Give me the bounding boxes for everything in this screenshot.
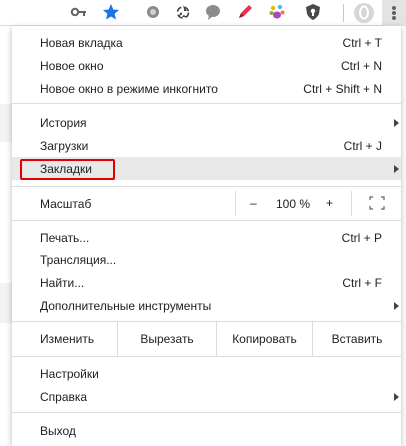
menu-item-incognito[interactable]: Новое окно в режиме инкогнито Ctrl + Shi… (12, 77, 401, 100)
submenu-arrow-icon (394, 302, 399, 310)
key-icon[interactable] (69, 3, 87, 21)
print-label: Печать... (40, 231, 90, 245)
menu-edit-row: Изменить Вырезать Копировать Вставить (12, 321, 401, 357)
edit-label: Изменить (40, 332, 95, 346)
submenu-arrow-icon (394, 393, 399, 401)
find-label: Найти... (40, 276, 85, 290)
paste-button[interactable]: Вставить (312, 322, 401, 356)
menu-item-downloads[interactable]: Загрузки Ctrl + J (12, 134, 401, 157)
incognito-shortcut: Ctrl + Shift + N (303, 82, 382, 96)
menu-divider (12, 103, 401, 104)
find-shortcut: Ctrl + F (342, 276, 382, 290)
menu-item-new-window[interactable]: Новое окно Ctrl + N (12, 54, 401, 77)
submenu-arrow-icon (394, 119, 399, 127)
chrome-menu-icon[interactable] (382, 0, 406, 26)
downloads-label: Загрузки (40, 139, 89, 153)
submenu-arrow-icon (394, 165, 399, 173)
menu-divider (12, 412, 401, 413)
cut-button[interactable]: Вырезать (117, 322, 216, 356)
chat-bubble-extension-icon[interactable] (204, 3, 222, 21)
menu-item-zoom: Масштаб – 100 % + (12, 191, 401, 216)
zoom-out-button[interactable]: – (250, 196, 257, 210)
exit-label: Выход (40, 424, 76, 438)
copy-label: Копировать (232, 332, 297, 346)
fullscreen-icon (369, 196, 385, 210)
menu-item-new-tab[interactable]: Новая вкладка Ctrl + T (12, 31, 401, 54)
cut-label: Вырезать (140, 332, 194, 346)
zoom-controls: – 100 % + (235, 191, 401, 216)
paste-label: Вставить (331, 332, 383, 346)
chrome-main-menu: Новая вкладка Ctrl + T Новое окно Ctrl +… (12, 26, 401, 446)
fullscreen-button[interactable] (351, 191, 402, 216)
bookmarks-highlight-frame (20, 159, 115, 180)
new-tab-shortcut: Ctrl + T (342, 36, 382, 50)
page-background (0, 104, 12, 142)
incognito-label: Новое окно в режиме инкогнито (40, 82, 218, 96)
menu-item-history[interactable]: История (12, 111, 401, 134)
recycle-extension-icon[interactable] (174, 3, 192, 21)
new-tab-label: Новая вкладка (40, 36, 123, 50)
browser-toolbar (0, 0, 406, 26)
shield-extension-icon[interactable] (304, 3, 322, 21)
settings-label: Настройки (40, 367, 99, 381)
edit-label-cell: Изменить (12, 322, 117, 356)
cast-label: Трансляция... (40, 253, 117, 267)
pen-extension-icon[interactable] (236, 3, 254, 21)
extension-circle-icon[interactable] (144, 3, 162, 21)
more-tools-label: Дополнительные инструменты (40, 299, 212, 313)
help-label: Справка (40, 390, 88, 404)
downloads-shortcut: Ctrl + J (343, 139, 382, 153)
menu-divider (12, 220, 401, 221)
paw-extension-icon[interactable] (268, 3, 286, 21)
bookmark-star-icon[interactable] (102, 3, 120, 21)
menu-divider (12, 186, 401, 187)
profile-avatar-icon[interactable] (353, 2, 375, 24)
menu-item-find[interactable]: Найти... Ctrl + F (12, 271, 401, 294)
history-label: История (40, 116, 87, 130)
toolbar-separator (343, 4, 344, 22)
menu-item-exit[interactable]: Выход (12, 419, 401, 442)
menu-item-print[interactable]: Печать... Ctrl + P (12, 226, 401, 249)
zoom-level-value: 100 % (276, 197, 311, 211)
menu-item-settings[interactable]: Настройки (12, 362, 401, 385)
print-shortcut: Ctrl + P (341, 231, 382, 245)
zoom-in-button[interactable]: + (326, 196, 333, 210)
menu-item-cast[interactable]: Трансляция... (12, 248, 401, 271)
zoom-label: Масштаб (40, 197, 92, 211)
menu-item-help[interactable]: Справка (12, 385, 401, 408)
new-window-shortcut: Ctrl + N (340, 59, 382, 73)
copy-button[interactable]: Копировать (216, 322, 312, 356)
new-window-label: Новое окно (40, 59, 104, 73)
page-background (0, 283, 12, 323)
menu-item-more-tools[interactable]: Дополнительные инструменты (12, 294, 401, 317)
